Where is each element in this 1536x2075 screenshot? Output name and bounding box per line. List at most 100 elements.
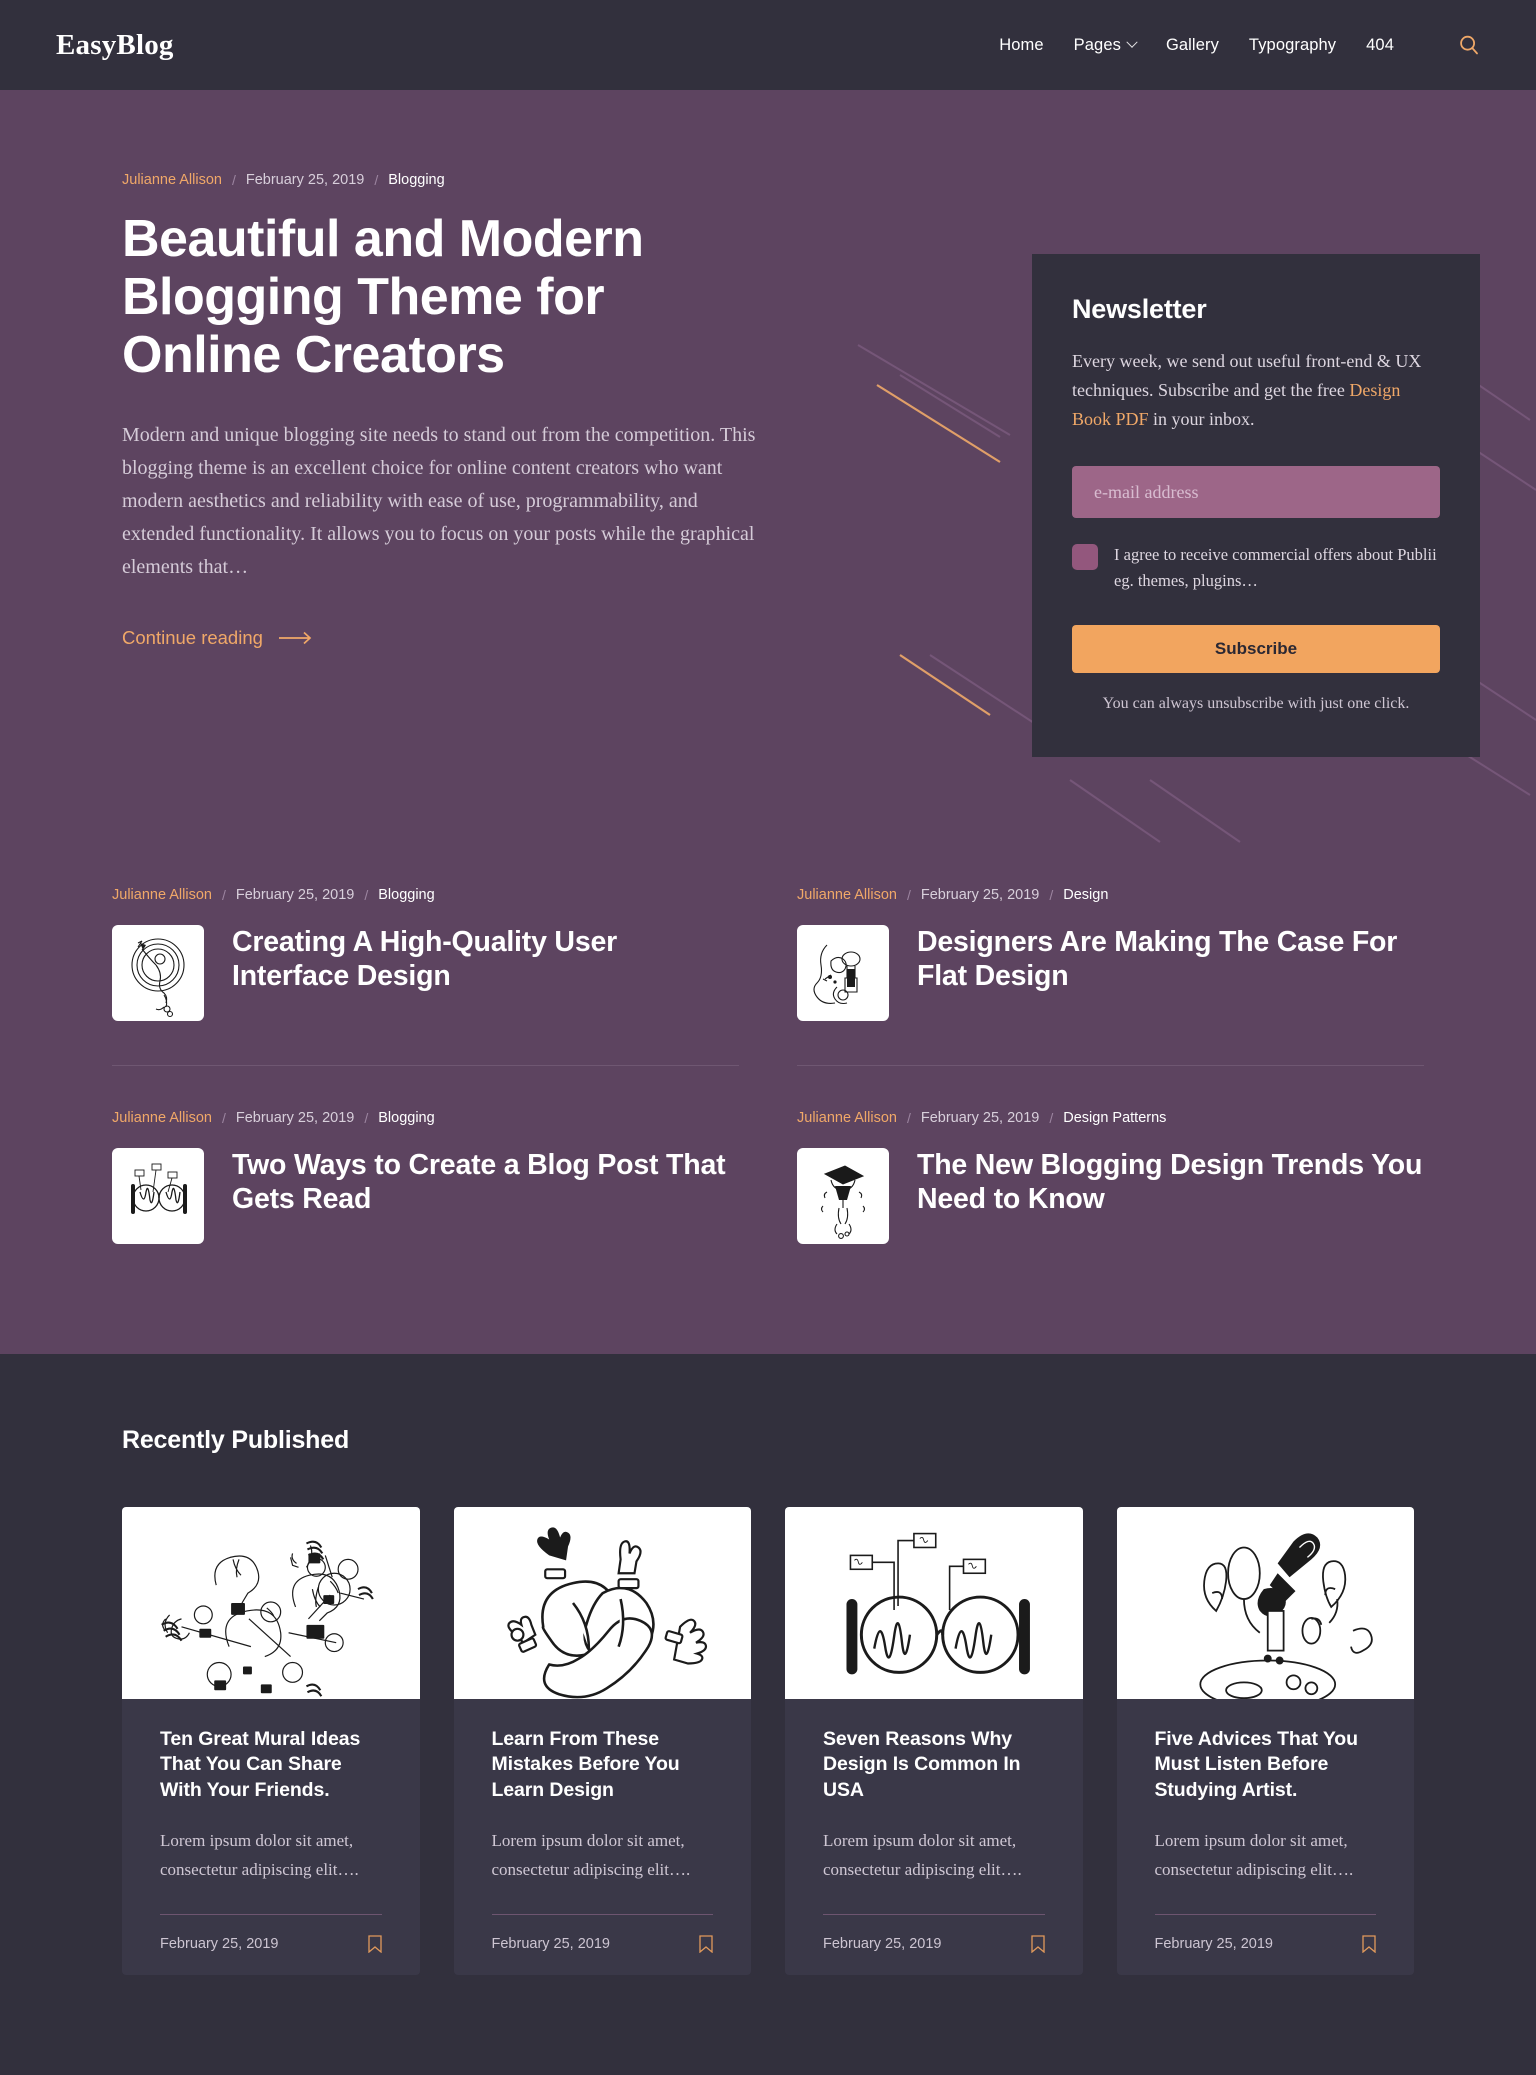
meta-separator: /: [906, 1109, 911, 1126]
unsubscribe-note: You can always unsubscribe with just one…: [1102, 694, 1410, 712]
nav-item-pages[interactable]: Pages: [1073, 35, 1138, 55]
nav-label: Typography: [1248, 35, 1337, 54]
bookmark-icon[interactable]: [699, 1935, 713, 1954]
glasses-illustration-icon: [846, 1532, 1030, 1675]
hero-article: Julianne Allison / February 25, 2019 / B…: [56, 172, 756, 757]
post-meta: Julianne Allison / February 25, 2019 / B…: [112, 887, 739, 903]
card-title[interactable]: Learn From These Mistakes Before You Lea…: [492, 1727, 714, 1804]
site-header: EasyBlog Home Pages Gallery Typography 4…: [0, 0, 1536, 90]
meta-separator: /: [364, 886, 369, 903]
nav-label: 404: [1366, 35, 1394, 54]
card-image: [453, 1506, 751, 1699]
post-thumbnail: [112, 924, 204, 1021]
article-card[interactable]: Learn From These Mistakes Before You Lea…: [453, 1506, 751, 1976]
post-title[interactable]: Creating A High-Quality User Interface D…: [232, 925, 739, 995]
recently-published-section: Recently Published Ten Great Mural Ideas…: [0, 1353, 1536, 2075]
sketch-glasses-small-icon: [131, 1163, 187, 1214]
card-excerpt: Lorem ipsum dolor sit amet, consectetur …: [491, 1830, 691, 1880]
main-navigation: Home Pages Gallery Typography 404: [999, 34, 1480, 56]
chevron-down-icon: [1126, 36, 1138, 48]
post-thumbnail: [797, 924, 889, 1021]
post-list: Julianne Allison / February 25, 2019 / B…: [56, 757, 1480, 1354]
card-excerpt: Lorem ipsum dolor sit amet, consectetur …: [1154, 1830, 1354, 1880]
nav-label: Home: [999, 35, 1044, 54]
card-image: [122, 1506, 420, 1699]
newsletter-text-after: in your inbox.: [1148, 409, 1255, 430]
post-list-item[interactable]: Julianne Allison / February 25, 2019 / D…: [797, 887, 1424, 1021]
card-title[interactable]: Seven Reasons Why Design Is Common In US…: [823, 1727, 1045, 1804]
nav-item-home[interactable]: Home: [999, 36, 1043, 55]
meta-separator: /: [906, 886, 911, 903]
consent-row: I agree to receive commercial offers abo…: [1072, 542, 1440, 592]
nav-item-typography[interactable]: Typography: [1249, 36, 1336, 55]
search-icon[interactable]: [1458, 34, 1480, 56]
continue-reading-link[interactable]: Continue reading: [122, 627, 313, 649]
post-date: February 25, 2019: [920, 886, 1040, 903]
post-category[interactable]: Design Patterns: [1063, 1110, 1166, 1126]
card-date: February 25, 2019: [1154, 1936, 1274, 1953]
sketch-graduation-cap-icon: [820, 1165, 866, 1239]
recent-cards-grid: Ten Great Mural Ideas That You Can Share…: [122, 1506, 1414, 1976]
hero-meta: Julianne Allison / February 25, 2019 / B…: [122, 172, 756, 188]
card-date: February 25, 2019: [491, 1936, 611, 1953]
post-meta: Julianne Allison / February 25, 2019 / B…: [112, 1110, 739, 1126]
post-date: February 25, 2019: [235, 1109, 355, 1126]
card-date: February 25, 2019: [823, 1936, 942, 1953]
post-category[interactable]: Blogging: [378, 1110, 434, 1126]
post-title[interactable]: Two Ways to Create a Blog Post That Gets…: [232, 1148, 739, 1218]
arrow-right-icon: [278, 631, 312, 644]
email-field[interactable]: [1072, 466, 1440, 519]
post-category[interactable]: Design: [1063, 887, 1108, 903]
nav-item-404[interactable]: 404: [1366, 36, 1394, 55]
card-image: [1116, 1506, 1414, 1699]
newsletter-description: Every week, we send out useful front-end…: [1072, 347, 1440, 434]
card-title[interactable]: Five Advices That You Must Listen Before…: [1155, 1727, 1377, 1804]
post-author[interactable]: Julianne Allison: [797, 887, 897, 903]
nav-label: Gallery: [1165, 35, 1219, 54]
card-title[interactable]: Ten Great Mural Ideas That You Can Share…: [160, 1727, 382, 1804]
paintbrush-palette-illustration-icon: [1198, 1533, 1373, 1699]
meta-separator: /: [1049, 1109, 1054, 1126]
newsletter-title: Newsletter: [1072, 294, 1207, 324]
article-card[interactable]: Five Advices That You Must Listen Before…: [1116, 1506, 1414, 1976]
meta-separator: /: [231, 172, 236, 188]
subscribe-button[interactable]: Subscribe: [1072, 624, 1440, 673]
post-list-item[interactable]: Julianne Allison / February 25, 2019 / D…: [797, 1064, 1424, 1244]
hero-excerpt: Modern and unique blogging site needs to…: [122, 423, 756, 579]
post-author[interactable]: Julianne Allison: [797, 1110, 897, 1126]
post-date: February 25, 2019: [235, 886, 355, 903]
consent-label: I agree to receive commercial offers abo…: [1114, 545, 1437, 590]
card-excerpt: Lorem ipsum dolor sit amet, consectetur …: [823, 1830, 1022, 1880]
article-card[interactable]: Seven Reasons Why Design Is Common In US…: [785, 1506, 1083, 1976]
hero-category[interactable]: Blogging: [388, 172, 444, 188]
meta-separator: /: [221, 886, 226, 903]
article-card[interactable]: Ten Great Mural Ideas That You Can Share…: [122, 1506, 420, 1976]
consent-checkbox[interactable]: [1072, 544, 1098, 571]
post-list-item[interactable]: Julianne Allison / February 25, 2019 / B…: [112, 1064, 739, 1244]
hero-date: February 25, 2019: [245, 172, 365, 188]
bookmark-icon[interactable]: [1030, 1935, 1045, 1954]
post-category[interactable]: Blogging: [378, 887, 434, 903]
bookmark-icon[interactable]: [367, 1935, 382, 1954]
site-logo[interactable]: EasyBlog: [56, 29, 174, 62]
bookmark-icon[interactable]: [1362, 1935, 1376, 1954]
sketch-circle-figure-icon: [131, 938, 185, 1017]
hero-title[interactable]: Beautiful and Modern Blogging Theme for …: [122, 210, 756, 385]
post-title[interactable]: Designers Are Making The Case For Flat D…: [917, 925, 1424, 995]
post-title[interactable]: The New Blogging Design Trends You Need …: [917, 1148, 1424, 1218]
newsletter-card: Newsletter Every week, we send out usefu…: [1032, 254, 1480, 757]
lightbulbs-illustration-icon: [161, 1540, 374, 1697]
hero-author[interactable]: Julianne Allison: [122, 172, 222, 188]
card-image: [785, 1506, 1083, 1699]
post-date: February 25, 2019: [920, 1109, 1040, 1126]
nav-item-gallery[interactable]: Gallery: [1166, 36, 1219, 55]
meta-separator: /: [364, 1109, 369, 1126]
post-author[interactable]: Julianne Allison: [112, 1110, 212, 1126]
hero-section: Julianne Allison / February 25, 2019 / B…: [0, 90, 1536, 1354]
post-list-item[interactable]: Julianne Allison / February 25, 2019 / B…: [112, 887, 739, 1021]
post-author[interactable]: Julianne Allison: [112, 887, 212, 903]
sketch-face-tools-icon: [813, 944, 861, 1004]
nav-label: Pages: [1073, 35, 1121, 54]
post-meta: Julianne Allison / February 25, 2019 / D…: [797, 887, 1424, 903]
card-excerpt: Lorem ipsum dolor sit amet, consectetur …: [160, 1830, 359, 1880]
